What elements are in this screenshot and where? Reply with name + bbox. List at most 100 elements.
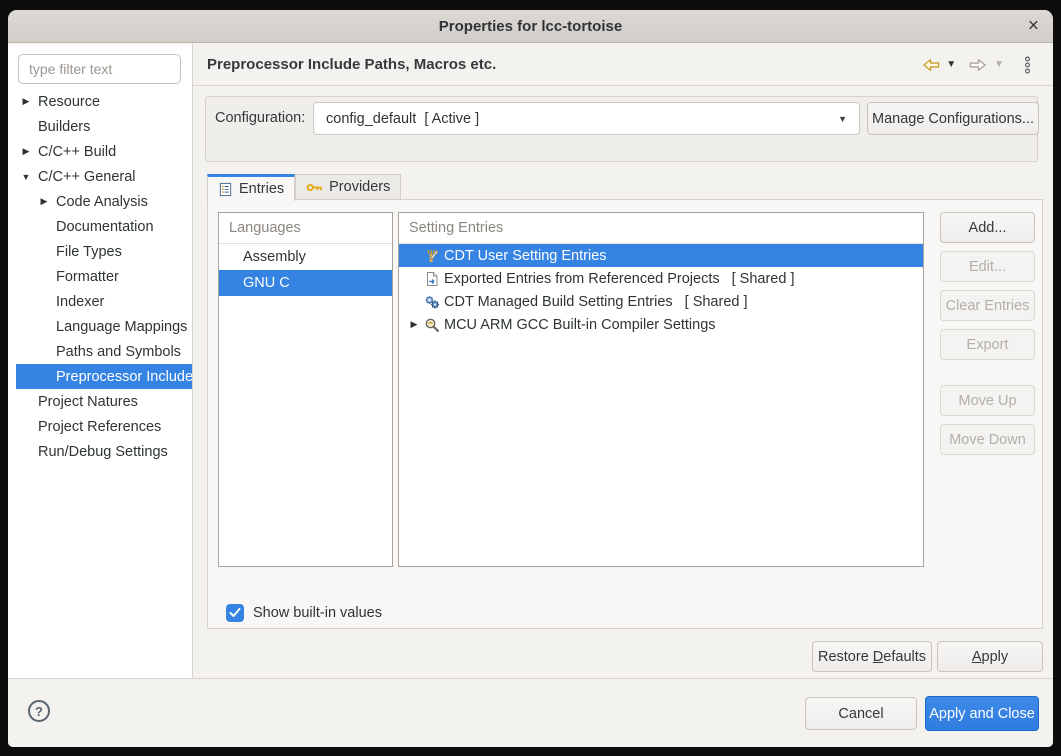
tab-entries[interactable]: Entries <box>207 174 295 201</box>
apply-and-close-button[interactable]: Apply and Close <box>925 696 1039 731</box>
configuration-group: Configuration: config_default [ Active ]… <box>205 96 1038 162</box>
page-title: Preprocessor Include Paths, Macros etc. <box>207 56 922 73</box>
cancel-button[interactable]: Cancel <box>805 697 917 730</box>
expander-collapsed-icon[interactable]: ▶ <box>14 96 38 107</box>
tree-item-label: Code Analysis <box>56 194 148 210</box>
language-item-assembly[interactable]: Assembly <box>219 244 392 270</box>
restore-defaults-button[interactable]: Restore Defaults <box>812 641 932 672</box>
tree-item-label: File Types <box>56 244 122 260</box>
tab-providers[interactable]: Providers <box>295 174 401 200</box>
content-pane: Preprocessor Include Paths, Macros etc. … <box>193 44 1053 678</box>
tree-item-label: Run/Debug Settings <box>38 444 168 460</box>
configuration-dropdown[interactable]: config_default [ Active ] ▼ <box>313 102 860 135</box>
tree-item-indexer[interactable]: Indexer <box>8 289 192 314</box>
manage-configurations-button[interactable]: Manage Configurations... <box>867 102 1039 135</box>
providers-key-icon <box>306 181 323 194</box>
tree-item-file-types[interactable]: File Types <box>8 239 192 264</box>
built-in-settings-magnifier-icon <box>423 317 440 333</box>
tree-item-label: C/C++ Build <box>38 144 116 160</box>
filter-input[interactable] <box>18 54 181 84</box>
sidebar: ▶ Resource Builders ▶ C/C++ Build ▼ C/C+… <box>8 44 193 678</box>
entries-tab-panel: Languages Assembly GNU C Setting Entries <box>207 199 1043 629</box>
export-button[interactable]: Export <box>940 329 1035 360</box>
show-builtin-row: Show built-in values <box>226 604 382 622</box>
tree-item-label: Language Mappings <box>56 319 187 335</box>
tree-item-paths-and-symbols[interactable]: Paths and Symbols <box>8 339 192 364</box>
tree-item-project-references[interactable]: Project References <box>8 414 192 439</box>
managed-build-gears-icon <box>423 294 440 310</box>
tab-providers-label: Providers <box>329 179 390 195</box>
expander-collapsed-icon[interactable]: ▶ <box>32 196 56 207</box>
tree-item-builders[interactable]: Builders <box>8 114 192 139</box>
entry-row-mcu-arm-gcc[interactable]: ▶ MCU ARM GCC Built-in Compiler Settings <box>399 313 923 336</box>
checkmark-icon <box>229 608 241 618</box>
edit-button[interactable]: Edit... <box>940 251 1035 282</box>
tree-item-run-debug-settings[interactable]: Run/Debug Settings <box>8 439 192 464</box>
tree-item-label: Documentation <box>56 219 154 235</box>
entry-label: Exported Entries from Referenced Project… <box>444 271 720 287</box>
tree-item-ccpp-general[interactable]: ▼ C/C++ General <box>8 164 192 189</box>
tree-item-label: C/C++ General <box>38 169 136 185</box>
tab-bar: Entries Providers <box>207 173 401 200</box>
back-menu-icon[interactable]: ▼ <box>946 60 956 70</box>
entry-label: MCU ARM GCC Built-in Compiler Settings <box>444 317 716 333</box>
properties-dialog: Properties for lcc-tortoise × ▶ Resource… <box>8 10 1053 747</box>
help-icon[interactable]: ? <box>28 700 50 722</box>
expander-collapsed-icon[interactable]: ▶ <box>405 319 423 330</box>
tree-item-label: Project References <box>38 419 161 435</box>
move-up-button[interactable]: Move Up <box>940 385 1035 416</box>
tree-item-formatter[interactable]: Formatter <box>8 264 192 289</box>
configuration-label: Configuration: <box>215 110 305 126</box>
close-icon[interactable]: × <box>1028 17 1039 36</box>
history-nav: ▼ ▼ <box>922 56 1045 74</box>
tree-item-label: Builders <box>38 119 90 135</box>
tree-item-project-natures[interactable]: Project Natures <box>8 389 192 414</box>
chevron-down-icon: ▼ <box>838 114 847 124</box>
entry-row-cdt-user-setting[interactable]: CDT User Setting Entries <box>399 244 923 267</box>
expander-expanded-icon[interactable]: ▼ <box>14 172 38 182</box>
page-header: Preprocessor Include Paths, Macros etc. … <box>193 44 1053 86</box>
add-button[interactable]: Add... <box>940 212 1035 243</box>
tree-item-label: Paths and Symbols <box>56 344 181 360</box>
tree-item-label: Preprocessor Include Paths, Macros etc. <box>56 369 192 385</box>
tree-item-label: Indexer <box>56 294 104 310</box>
apply-button[interactable]: Apply <box>937 641 1043 672</box>
dialog-button-bar: ? Cancel Apply and Close <box>8 678 1053 747</box>
setting-entries-header: Setting Entries <box>399 213 923 244</box>
entry-row-cdt-managed-build[interactable]: CDT Managed Build Setting Entries [ Shar… <box>399 290 923 313</box>
configuration-value: config_default [ Active ] <box>326 111 838 127</box>
language-item-gnu-c-selected[interactable]: GNU C <box>219 270 392 296</box>
move-down-button[interactable]: Move Down <box>940 424 1035 455</box>
back-arrow-icon[interactable] <box>922 57 941 73</box>
tree-item-label: Project Natures <box>38 394 138 410</box>
tree-item-label: Formatter <box>56 269 119 285</box>
languages-list: Languages Assembly GNU C <box>218 212 393 567</box>
entry-row-exported-entries[interactable]: Exported Entries from Referenced Project… <box>399 267 923 290</box>
languages-header: Languages <box>219 213 392 244</box>
user-setting-pencil-icon <box>423 248 440 264</box>
forward-arrow-icon[interactable] <box>968 57 987 73</box>
tree-item-ccpp-build[interactable]: ▶ C/C++ Build <box>8 139 192 164</box>
tab-entries-label: Entries <box>239 181 284 197</box>
properties-tree: ▶ Resource Builders ▶ C/C++ Build ▼ C/C+… <box>8 89 192 464</box>
tree-item-language-mappings[interactable]: Language Mappings <box>8 314 192 339</box>
show-builtin-checkbox[interactable] <box>226 604 244 622</box>
tree-item-resource[interactable]: ▶ Resource <box>8 89 192 114</box>
tree-item-preprocessor-include-selected[interactable]: Preprocessor Include Paths, Macros etc. <box>16 364 192 389</box>
forward-menu-icon[interactable]: ▼ <box>994 60 1004 70</box>
tree-item-label: Resource <box>38 94 100 110</box>
titlebar[interactable]: Properties for lcc-tortoise × <box>8 10 1053 43</box>
tree-item-code-analysis[interactable]: ▶ Code Analysis <box>8 189 192 214</box>
show-builtin-label: Show built-in values <box>253 605 382 621</box>
view-menu-icon[interactable] <box>1024 56 1031 74</box>
entries-list-icon <box>218 182 233 197</box>
exported-document-icon <box>423 271 440 287</box>
entry-label: CDT Managed Build Setting Entries <box>444 294 673 310</box>
entry-actions: Add... Edit... Clear Entries Export Move… <box>940 212 1035 462</box>
tree-item-documentation[interactable]: Documentation <box>8 214 192 239</box>
setting-entries-list: Setting Entries CDT User Setting Entries <box>398 212 924 567</box>
expander-collapsed-icon[interactable]: ▶ <box>14 146 38 157</box>
clear-entries-button[interactable]: Clear Entries <box>940 290 1035 321</box>
entry-label: CDT User Setting Entries <box>444 248 607 264</box>
window-title: Properties for lcc-tortoise <box>439 18 622 35</box>
